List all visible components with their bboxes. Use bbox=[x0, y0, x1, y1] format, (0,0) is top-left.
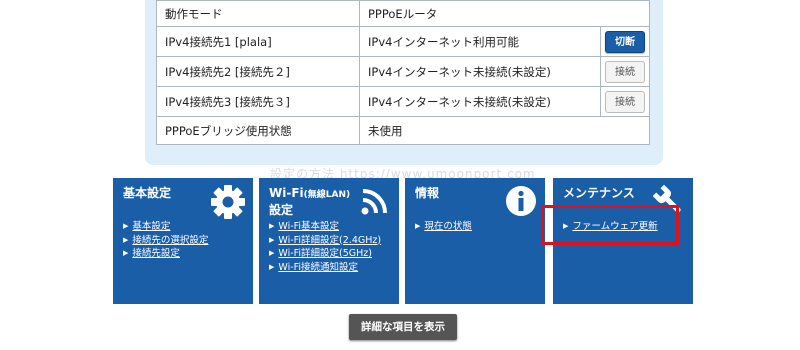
bullet-arrow-icon: ▶ bbox=[123, 249, 129, 257]
status-table: 動作モード PPPoEルータ IPv4接続先1 [plala] IPv4インター… bbox=[156, 0, 650, 145]
row-value: 未使用 bbox=[359, 116, 650, 145]
info-icon bbox=[506, 186, 536, 216]
row-label: IPv4接続先3 [接続先３] bbox=[156, 86, 360, 117]
tile-title-main: Wi-Fi bbox=[269, 186, 304, 200]
tile-information[interactable]: 情報 ▶ 現在の状態 bbox=[405, 178, 545, 304]
link-wifi-notify[interactable]: Wi-Fi接続通知設定 bbox=[278, 262, 358, 273]
disconnect-button[interactable]: 切断 bbox=[605, 30, 645, 53]
bullet-arrow-icon: ▶ bbox=[269, 249, 275, 257]
list-item: ▶ Wi-Fi基本設定 bbox=[269, 220, 381, 234]
link-wifi-detail-24[interactable]: Wi-Fi詳細設定(2.4GHz) bbox=[278, 235, 381, 246]
table-row: IPv4接続先2 [接続先２] IPv4インターネット未接続(未設定) 接続 bbox=[156, 56, 650, 87]
tile-title-small: (無線LAN) bbox=[303, 190, 351, 200]
row-label: PPPoEブリッジ使用状態 bbox=[156, 116, 360, 145]
link-wifi-basic[interactable]: Wi-Fi基本設定 bbox=[278, 221, 339, 232]
table-row: PPPoEブリッジ使用状態 未使用 bbox=[156, 116, 650, 145]
row-label: IPv4接続先1 [plala] bbox=[156, 26, 360, 57]
bullet-arrow-icon: ▶ bbox=[269, 222, 275, 230]
table-row: IPv4接続先3 [接続先３] IPv4インターネット未接続(未設定) 接続 bbox=[156, 86, 650, 117]
list-item: ▶ 基本設定 bbox=[123, 220, 208, 234]
tile-wifi-settings[interactable]: Wi-Fi(無線LAN) 設定 ▶ Wi-Fi基本設定 ▶ Wi-Fi詳細設定(2.4… bbox=[259, 178, 399, 304]
connect-button[interactable]: 接続 bbox=[605, 90, 645, 113]
list-item: ▶ Wi-Fi詳細設定(2.4GHz) bbox=[269, 234, 381, 248]
link-connection-settings[interactable]: 接続先設定 bbox=[132, 248, 180, 259]
row-label: 動作モード bbox=[156, 0, 360, 27]
row-value: IPv4インターネット未接続(未設定) bbox=[359, 86, 601, 117]
gear-icon bbox=[211, 185, 245, 219]
tile-links: ▶ 現在の状態 bbox=[415, 220, 472, 234]
tile-title-line2: 設定 bbox=[269, 203, 294, 217]
row-label: IPv4接続先2 [接続先２] bbox=[156, 56, 360, 87]
tile-links: ▶ 基本設定 ▶ 接続先の選択設定 ▶ 接続先設定 bbox=[123, 220, 208, 261]
wifi-icon bbox=[361, 189, 387, 215]
row-value: IPv4インターネット利用可能 bbox=[359, 26, 601, 57]
bullet-arrow-icon: ▶ bbox=[269, 262, 275, 271]
bullet-arrow-icon: ▶ bbox=[123, 222, 129, 230]
link-basic-settings[interactable]: 基本設定 bbox=[132, 221, 170, 232]
list-item: ▶ 現在の状態 bbox=[415, 220, 472, 234]
link-wifi-detail-5[interactable]: Wi-Fi詳細設定(5GHz) bbox=[278, 248, 372, 259]
bullet-arrow-icon: ▶ bbox=[269, 235, 275, 244]
row-value: IPv4インターネット未接続(未設定) bbox=[359, 56, 601, 87]
row-value: PPPoEルータ bbox=[359, 0, 650, 27]
tile-basic-settings[interactable]: 基本設定 ▶ 基本設定 ▶ 接続先の選択設定 ▶ 接続先設定 bbox=[113, 178, 253, 304]
tile-links: ▶ Wi-Fi基本設定 ▶ Wi-Fi詳細設定(2.4GHz) ▶ Wi-Fi詳細設定… bbox=[269, 220, 381, 274]
list-item: ▶ Wi-Fi詳細設定(5GHz) bbox=[269, 247, 381, 261]
table-row: 動作モード PPPoEルータ bbox=[156, 0, 650, 27]
list-item: ▶ 接続先の選択設定 bbox=[123, 234, 208, 248]
show-details-button[interactable]: 詳細な項目を表示 bbox=[349, 314, 457, 340]
link-current-status[interactable]: 現在の状態 bbox=[424, 221, 472, 232]
list-item: ▶ 接続先設定 bbox=[123, 247, 208, 261]
link-connection-select[interactable]: 接続先の選択設定 bbox=[132, 235, 208, 246]
bullet-arrow-icon: ▶ bbox=[415, 222, 421, 230]
list-item: ▶ Wi-Fi接続通知設定 bbox=[269, 261, 381, 275]
connect-button[interactable]: 接続 bbox=[605, 60, 645, 83]
highlight-box bbox=[541, 205, 679, 245]
bullet-arrow-icon: ▶ bbox=[123, 235, 129, 244]
table-row: IPv4接続先1 [plala] IPv4インターネット利用可能 切断 bbox=[156, 26, 650, 57]
